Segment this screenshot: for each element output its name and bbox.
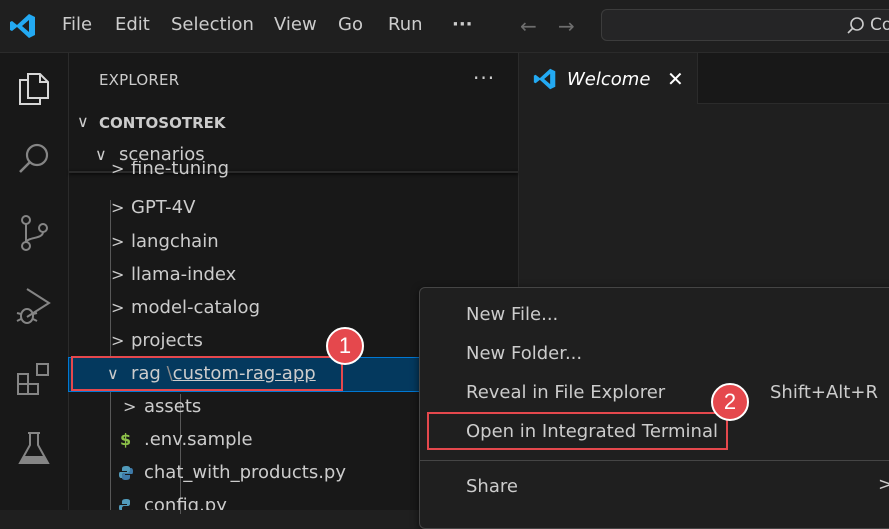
chevron-right-icon: > [111, 331, 125, 350]
context-menu: New File... New Folder... Reveal in File… [419, 287, 889, 529]
tree-item-label: assets [144, 396, 202, 417]
chevron-down-icon: ∨ [77, 112, 89, 131]
menu-item-new-folder[interactable]: New Folder... [466, 343, 582, 364]
tree-item-label: fine-tuning [131, 161, 230, 179]
chevron-right-icon: > [111, 198, 125, 217]
menu-run[interactable]: Run [388, 14, 423, 35]
chevron-right-icon: > [111, 161, 125, 178]
chevron-right-icon: > [111, 298, 125, 317]
tab-bar: Welcome ✕ [519, 53, 889, 104]
chevron-right-icon: > [878, 474, 889, 495]
run-debug-icon[interactable] [12, 283, 56, 327]
tree-item-label: .env.sample [144, 429, 253, 450]
chevron-right-icon: > [111, 265, 125, 284]
vscode-logo-icon [533, 68, 556, 90]
tab-welcome[interactable]: Welcome ✕ [519, 53, 698, 104]
forward-arrow-icon[interactable]: → [558, 14, 575, 38]
menu-item-new-file[interactable]: New File... [466, 304, 558, 325]
chevron-right-icon: > [111, 232, 125, 251]
command-center-search[interactable]: Co [601, 9, 889, 41]
shortcut-label: Shift+Alt+R [770, 382, 878, 403]
tab-label: Welcome [567, 69, 651, 90]
vscode-logo-icon [10, 14, 35, 38]
tree-item-label: model-catalog [131, 297, 260, 318]
tree-item-label: config.py [144, 495, 227, 510]
tree-item-label: chat_with_products.py [144, 462, 346, 483]
search-icon [847, 17, 864, 34]
source-control-icon[interactable] [12, 211, 56, 255]
menu-more[interactable]: ··· [452, 14, 473, 35]
annotation-highlight-folder [71, 356, 343, 391]
menu-item-reveal-in-file-explorer[interactable]: Reveal in File Explorer [466, 382, 665, 403]
title-bar: File Edit Selection View Go Run ··· ← → … [0, 0, 889, 53]
python-icon [119, 466, 133, 480]
dollar-icon: $ [120, 430, 132, 449]
explorer-icon[interactable] [12, 65, 56, 109]
menu-selection[interactable]: Selection [171, 14, 254, 35]
explorer-title: EXPLORER [99, 71, 180, 89]
search-text: Co [870, 15, 889, 35]
menu-item-share[interactable]: Share [466, 476, 518, 497]
python-icon [119, 499, 130, 510]
tree-item-label: llama-index [131, 264, 237, 285]
close-icon[interactable]: ✕ [667, 67, 684, 91]
tree-item-langchain[interactable]: > langchain [69, 226, 518, 259]
testing-flask-icon[interactable] [12, 427, 56, 471]
tree-item-gpt-4v[interactable]: > GPT-4V [69, 192, 518, 225]
menu-file[interactable]: File [62, 14, 92, 35]
tree-item-label: langchain [131, 231, 219, 252]
activity-bar [0, 53, 69, 510]
tree-item-label: projects [131, 330, 203, 351]
search-icon[interactable] [12, 137, 56, 181]
menu-go[interactable]: Go [338, 14, 363, 35]
tree-item-label: GPT-4V [131, 197, 196, 218]
root-label: CONTOSOTREK [99, 114, 226, 132]
extensions-icon[interactable] [12, 357, 56, 401]
menu-separator [420, 460, 889, 461]
tree-root-contosotrek[interactable]: ∨ CONTOSOTREK [69, 106, 518, 139]
annotation-badge-1: 1 [326, 327, 364, 365]
annotation-highlight-menu-item [427, 412, 728, 450]
menu-edit[interactable]: Edit [115, 14, 150, 35]
annotation-badge-2: 2 [711, 383, 749, 421]
tree-item-fine-tuning[interactable]: > fine-tuning [69, 161, 518, 185]
back-arrow-icon[interactable]: ← [520, 14, 537, 38]
menu-view[interactable]: View [274, 14, 317, 35]
explorer-more-actions[interactable]: ··· [473, 66, 495, 90]
chevron-right-icon: > [123, 397, 137, 416]
